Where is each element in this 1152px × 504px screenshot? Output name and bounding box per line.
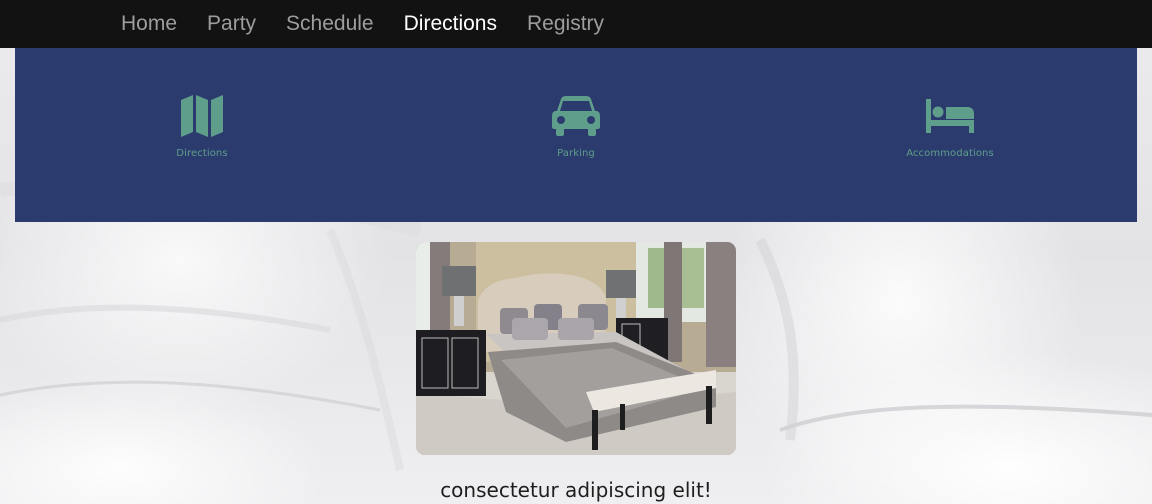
accommodations-label: Accommodations — [906, 148, 994, 159]
nav-schedule[interactable]: Schedule — [286, 2, 374, 46]
directions-label: Directions — [176, 148, 228, 159]
parking-label: Parking — [557, 148, 595, 159]
nav-list: Home Party Schedule Directions Registry — [121, 0, 634, 48]
accommodations-feature[interactable]: Accommodations — [850, 92, 1050, 159]
nav-directions[interactable]: Directions — [404, 2, 497, 46]
info-banner: Directions Parking Accommodations — [15, 48, 1137, 222]
directions-feature[interactable]: Directions — [102, 92, 302, 159]
car-icon — [476, 92, 676, 140]
top-navbar: Home Party Schedule Directions Registry — [0, 0, 1152, 48]
nav-registry[interactable]: Registry — [527, 2, 604, 46]
bedroom-photo — [416, 242, 736, 455]
nav-party[interactable]: Party — [207, 2, 256, 46]
bed-icon — [850, 92, 1050, 140]
parking-feature[interactable]: Parking — [476, 92, 676, 159]
photo-caption: consectetur adipiscing elit! — [440, 478, 712, 502]
nav-home[interactable]: Home — [121, 2, 177, 46]
map-icon — [102, 92, 302, 140]
